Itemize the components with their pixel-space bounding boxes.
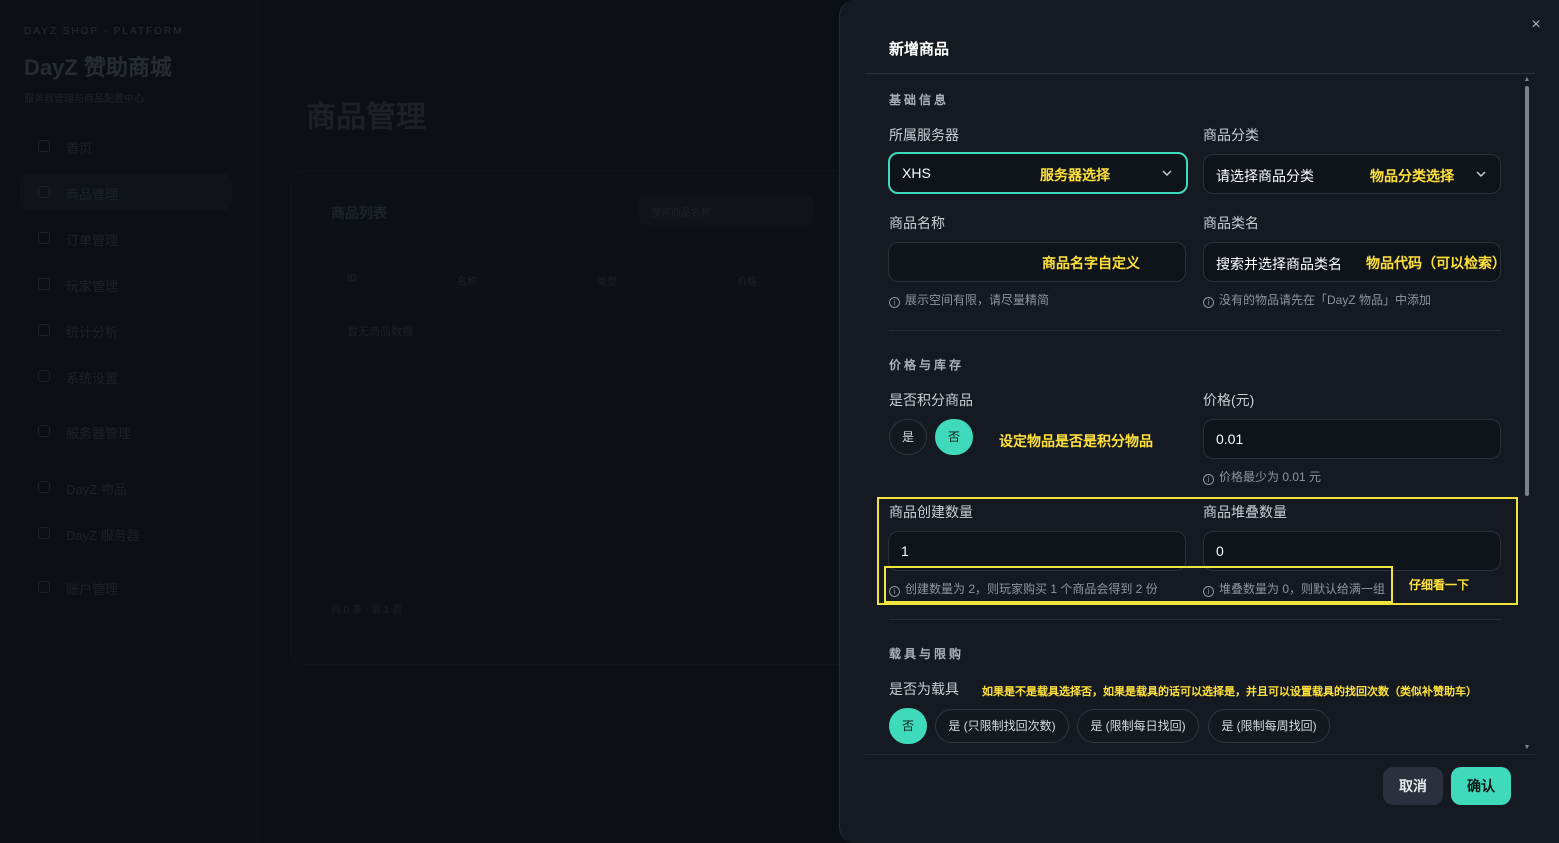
section-divider — [889, 619, 1501, 620]
points-yes-button[interactable]: 是 — [889, 419, 927, 455]
add-product-drawer: 新增商品 × 基础信息 所属服务器 XHS 商品分类 请选择商品分类 商品名称 … — [839, 0, 1559, 843]
price-label: 价格(元) — [1203, 392, 1255, 408]
price-hint: i 价格最少为 0.01 元 — [1203, 468, 1321, 485]
annotation-classname: 物品代码（可以检索） — [1366, 255, 1506, 271]
cancel-button[interactable]: 取消 — [1383, 767, 1443, 805]
annotation-name: 商品名字自定义 — [1042, 255, 1140, 271]
product-name-label: 商品名称 — [889, 215, 945, 231]
category-label: 商品分类 — [1203, 127, 1259, 143]
section-price-stock: 价格与库存 — [889, 358, 965, 372]
classname-label: 商品类名 — [1203, 215, 1259, 231]
vehicle-option-daily[interactable]: 是 (限制每日找回) — [1077, 709, 1199, 743]
category-select[interactable]: 请选择商品分类 — [1203, 154, 1501, 194]
section-basic-info: 基础信息 — [889, 93, 950, 107]
server-select[interactable]: XHS — [888, 152, 1188, 194]
info-icon: i — [889, 297, 900, 308]
footer-divider — [865, 754, 1535, 755]
confirm-button[interactable]: 确认 — [1451, 767, 1511, 805]
annotation-quantity: 仔细看一下 — [1409, 578, 1470, 592]
vehicle-option-retrieve-count[interactable]: 是 (只限制找回次数) — [935, 709, 1069, 743]
info-icon: i — [1203, 297, 1214, 308]
annotation-points: 设定物品是否是积分物品 — [999, 433, 1153, 449]
annotation-box-hints — [884, 566, 1393, 603]
scrollbar[interactable]: ▲ ▼ — [1523, 76, 1531, 752]
annotation-server: 服务器选择 — [1040, 167, 1110, 183]
scroll-down-icon[interactable]: ▼ — [1523, 744, 1531, 752]
price-input[interactable]: 0.01 — [1203, 419, 1501, 459]
points-label: 是否积分商品 — [889, 392, 973, 408]
info-icon: i — [1203, 474, 1214, 485]
server-label: 所属服务器 — [889, 127, 959, 143]
close-icon[interactable]: × — [1527, 16, 1545, 34]
drawer-title: 新增商品 — [889, 41, 950, 58]
classname-hint: i 没有的物品请先在「DayZ 物品」中添加 — [1203, 291, 1431, 308]
annotation-vehicle: 如果是不是载具选择否，如果是载具的话可以选择是，并且可以设置载具的找回次数（类似… — [982, 686, 1477, 698]
section-divider — [889, 330, 1501, 331]
vehicle-label: 是否为载具 — [889, 681, 959, 697]
section-vehicle-limit: 载具与限购 — [889, 647, 965, 661]
points-no-button[interactable]: 否 — [935, 419, 973, 455]
product-name-hint: i 展示空间有限，请尽量精简 — [889, 291, 1049, 308]
vehicle-option-weekly[interactable]: 是 (限制每周找回) — [1208, 709, 1330, 743]
vehicle-no-button[interactable]: 否 — [889, 708, 927, 744]
chevron-down-icon — [1162, 170, 1172, 177]
product-name-input[interactable] — [888, 242, 1186, 282]
scroll-up-icon[interactable]: ▲ — [1523, 76, 1531, 84]
scrollbar-thumb[interactable] — [1525, 86, 1529, 496]
chevron-down-icon — [1476, 171, 1486, 178]
annotation-category: 物品分类选择 — [1370, 168, 1454, 184]
